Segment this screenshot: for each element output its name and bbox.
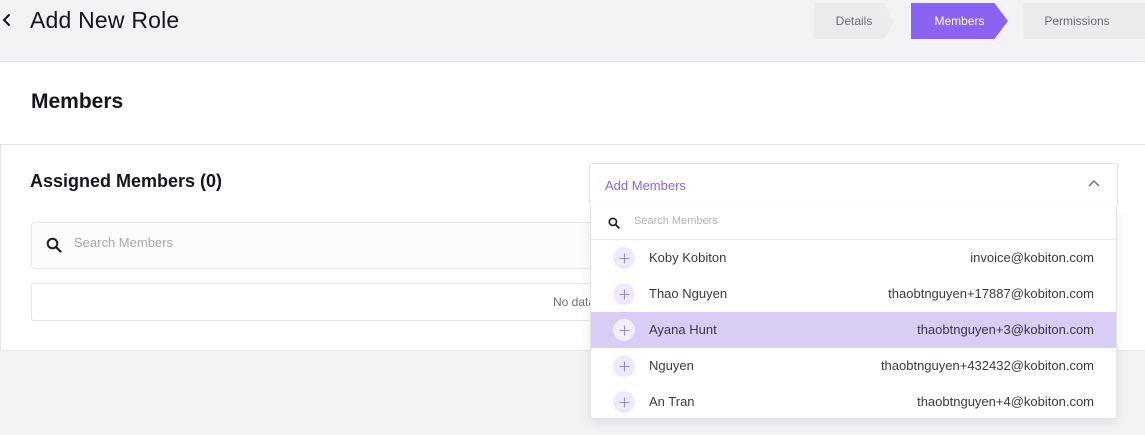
member-options-list: Koby Kobiton invoice@kobiton.com Thao Ng… — [591, 240, 1116, 420]
member-email: thaobtnguyen+432432@kobiton.com — [880, 358, 1094, 373]
member-option[interactable]: Nguyen thaobtnguyen+432432@kobiton.com — [591, 348, 1116, 384]
page-title: Add New Role — [30, 7, 180, 33]
member-name: Ayana Hunt — [649, 322, 717, 337]
step-permissions-label: Permissions — [1044, 14, 1110, 28]
member-option-highlighted[interactable]: Ayana Hunt thaobtnguyen+3@kobiton.com — [591, 312, 1116, 348]
assigned-members-title: Assigned Members (0) — [30, 171, 223, 191]
page-header: Add New Role Details Members Permissions — [0, 0, 1145, 60]
add-member-button[interactable] — [613, 319, 635, 341]
add-members-label: Add Members — [605, 178, 686, 193]
member-name: An Tran — [649, 394, 695, 409]
step-details[interactable]: Details — [814, 3, 894, 39]
members-card-header: Members — [0, 61, 1145, 145]
step-permissions[interactable]: Permissions — [1023, 3, 1145, 39]
plus-icon — [619, 325, 629, 335]
assigned-members-search — [31, 222, 631, 269]
panel-search — [591, 206, 1116, 240]
member-option[interactable]: Thao Nguyen thaobtnguyen+17887@kobiton.c… — [591, 276, 1116, 312]
chevron-left-icon — [2, 14, 10, 26]
member-name: Thao Nguyen — [649, 286, 728, 301]
search-icon — [46, 237, 62, 253]
add-member-button[interactable] — [613, 247, 635, 269]
member-name: Nguyen — [649, 358, 694, 373]
member-email: thaobtnguyen+3@kobiton.com — [917, 322, 1094, 337]
add-member-button[interactable] — [613, 391, 635, 413]
add-member-button[interactable] — [613, 283, 635, 305]
assigned-members-table: No data — [31, 283, 631, 321]
add-member-button[interactable] — [613, 355, 635, 377]
add-members-panel: Koby Kobiton invoice@kobiton.com Thao Ng… — [590, 206, 1117, 419]
member-name: Koby Kobiton — [649, 250, 727, 265]
search-icon — [608, 217, 620, 229]
plus-icon — [619, 397, 629, 407]
back-button[interactable] — [0, 6, 14, 34]
section-title: Members — [31, 90, 124, 113]
plus-icon — [619, 253, 629, 263]
member-option[interactable]: An Tran thaobtnguyen+4@kobiton.com — [591, 384, 1116, 420]
assigned-members-search-input[interactable] — [74, 235, 594, 250]
member-email: thaobtnguyen+17887@kobiton.com — [888, 286, 1094, 301]
chevron-up-icon — [1088, 180, 1100, 187]
step-members-label: Members — [934, 14, 985, 28]
add-members-dropdown[interactable]: Add Members — [589, 163, 1118, 207]
empty-state-text: No data — [553, 295, 596, 309]
member-email: invoice@kobiton.com — [970, 250, 1094, 265]
panel-search-input[interactable] — [634, 215, 1084, 227]
step-members[interactable]: Members — [911, 3, 1008, 39]
step-details-label: Details — [835, 14, 873, 28]
member-email: thaobtnguyen+4@kobiton.com — [917, 394, 1094, 409]
member-option[interactable]: Koby Kobiton invoice@kobiton.com — [591, 240, 1116, 276]
plus-icon — [619, 289, 629, 299]
plus-icon — [619, 361, 629, 371]
